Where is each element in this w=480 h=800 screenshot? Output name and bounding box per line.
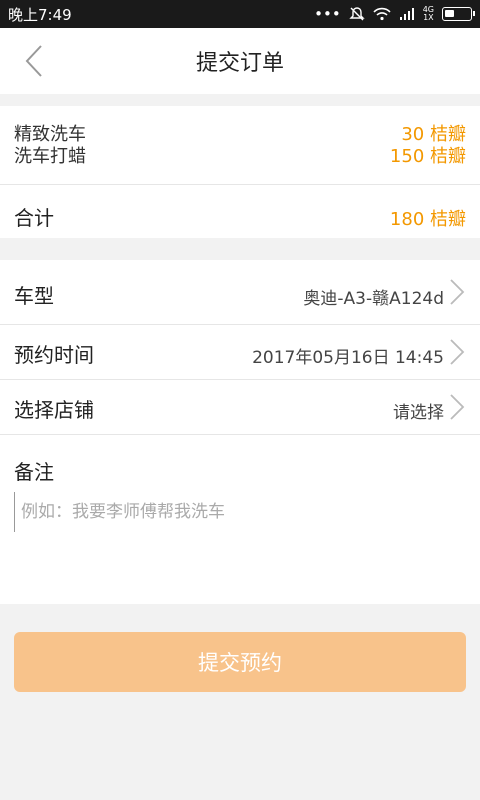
time-row[interactable]: 预约时间 2017年05月16日 14:45: [0, 325, 480, 379]
chevron-right-icon: [450, 279, 465, 305]
car-value: 奥迪-A3-赣A124d: [303, 289, 444, 309]
back-button[interactable]: [14, 40, 54, 82]
car-row[interactable]: 车型 奥迪-A3-赣A124d: [0, 260, 480, 324]
status-bar: 晚上7:49 ••• 4G 1X: [0, 0, 480, 28]
service-name: 洗车打蜡: [14, 146, 86, 167]
wifi-icon: [373, 7, 391, 21]
service-price: 150 桔瓣: [389, 146, 466, 167]
submit-button[interactable]: 提交预约: [14, 632, 466, 692]
note-input[interactable]: [14, 492, 464, 532]
total-label: 合计: [14, 206, 54, 230]
page-title: 提交订单: [195, 51, 284, 76]
network-type: 4G 1X: [422, 5, 434, 22]
silent-icon: [349, 7, 365, 21]
more-dots-icon: •••: [314, 5, 341, 23]
nav-bar: 提交订单: [0, 28, 480, 94]
status-icons: ••• 4G 1X: [314, 5, 475, 23]
note-label: 备注: [14, 460, 54, 484]
service-name: 精致洗车: [14, 124, 86, 145]
chevron-right-icon: [450, 394, 465, 420]
total-value: 180 桔瓣: [389, 209, 466, 230]
car-label: 车型: [14, 284, 54, 308]
battery-icon: [442, 7, 475, 21]
order-form: 车型 奥迪-A3-赣A124d 预约时间 2017年05月16日 14:45 选…: [0, 260, 480, 604]
status-time: 晚上7:49: [8, 5, 72, 24]
signal-icon: [399, 8, 414, 20]
store-row[interactable]: 选择店铺 请选择: [0, 380, 480, 434]
service-prices: 30 桔瓣 150 桔瓣: [390, 124, 466, 168]
divider: [0, 184, 480, 185]
service-list: 精致洗车 洗车打蜡: [14, 124, 86, 168]
time-value: 2017年05月16日 14:45: [252, 348, 444, 368]
service-price: 30 桔瓣: [401, 124, 466, 145]
store-value: 请选择: [393, 403, 444, 423]
services-card: 精致洗车 洗车打蜡 30 桔瓣 150 桔瓣 合计 180 桔瓣: [0, 106, 480, 238]
chevron-left-icon: [25, 45, 42, 77]
chevron-right-icon: [450, 339, 465, 365]
time-label: 预约时间: [14, 343, 94, 367]
divider: [0, 434, 480, 435]
store-label: 选择店铺: [14, 398, 94, 422]
